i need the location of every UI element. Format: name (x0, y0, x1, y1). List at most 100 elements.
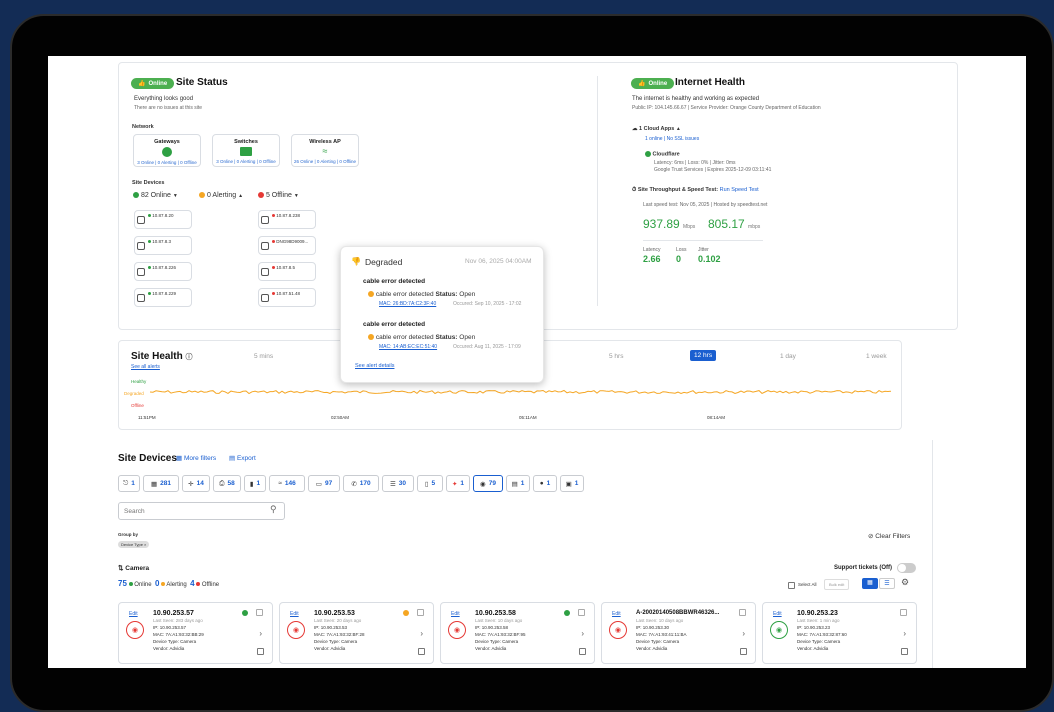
filter-chip[interactable]: ☰ 30 (382, 475, 414, 492)
filter-chip[interactable]: ▣ 1 (560, 475, 584, 492)
bulk-edit-button[interactable]: Bulk edit (824, 579, 850, 590)
chevron-right-icon[interactable]: › (420, 629, 423, 638)
panel-divider (597, 76, 598, 306)
chevron-right-icon[interactable]: › (742, 629, 745, 638)
card-checkbox[interactable] (257, 648, 264, 655)
chevron-right-icon[interactable]: › (259, 629, 262, 638)
event-mac-link[interactable]: MAC: 14:AB:EC:EC:51:40 (379, 344, 437, 350)
device-card[interactable]: 10.87.8.229 (134, 288, 192, 307)
filter-chip[interactable]: ✛ 14 (182, 475, 210, 492)
edit-link[interactable]: Edit (773, 611, 782, 617)
cloudflare-cert: Google Trust Services | Expires 2025-12-… (654, 167, 772, 173)
device-card[interactable]: 10.87.8.20 (134, 210, 192, 229)
see-all-alerts-link[interactable]: See all alerts (131, 364, 160, 370)
sort-icon: ⇅ (118, 565, 124, 572)
site-status-subtitle: Everything looks good (134, 96, 194, 102)
ip-line: IP: 10.90.253.53 (314, 625, 348, 630)
filter-chip[interactable]: ▯ 5 (417, 475, 443, 492)
jitter-value: 0.102 (698, 254, 721, 264)
type-line: Device Type: Camera (797, 639, 841, 644)
see-alert-details-link[interactable]: See alert details (355, 363, 394, 369)
range-5-mins[interactable]: 5 mins (254, 353, 273, 360)
online-filter[interactable]: 82 Online ▼ (133, 192, 178, 199)
card-menu-icon[interactable] (578, 609, 585, 616)
cloudflare-app[interactable]: Cloudflare (645, 151, 680, 157)
range-5-hrs[interactable]: 5 hrs (609, 353, 623, 360)
cloud-apps-header[interactable]: ☁ 1 Cloud Apps ▲ (632, 126, 681, 132)
app-screen: 👍 Online Site Status Everything looks goo… (48, 56, 1026, 668)
filter-chip[interactable]: ▦ 281 (143, 475, 179, 492)
filter-chip-camera[interactable]: ◉ 79 (473, 475, 503, 492)
clear-filters-button[interactable]: ⊘ Clear Filters (868, 532, 910, 540)
device-card[interactable]: 10.87.8.5 (258, 262, 316, 281)
camera-card[interactable]: Edit ◉ 10.90.253.58 Last Seen: 10 days a… (440, 602, 595, 664)
card-menu-icon[interactable] (256, 609, 263, 616)
edit-link[interactable]: Edit (129, 611, 138, 617)
camera-card[interactable]: Edit ◉ 10.90.253.53 Last Seen: 20 days a… (279, 602, 434, 664)
filter-chip[interactable]: ≈146 (269, 475, 305, 492)
chevron-right-icon[interactable]: › (903, 629, 906, 638)
device-card[interactable]: 10.87.8.3 (134, 236, 192, 255)
switches-card[interactable]: Switches 3 Online | 0 Alerting | 0 Offli… (212, 134, 280, 167)
edit-link[interactable]: Edit (290, 611, 299, 617)
camera-card[interactable]: Edit ◉ 10.90.253.23 Last Seen: 1 min ago… (762, 602, 917, 664)
degraded-icon: 👎 (351, 257, 361, 266)
filter-chip[interactable]: ● 1 (533, 475, 557, 492)
edit-link[interactable]: Edit (612, 611, 621, 617)
camera-card[interactable]: Edit ◉ A-20020140508BBWR46326... Last Se… (601, 602, 756, 664)
range-1-week[interactable]: 1 week (866, 353, 887, 360)
list-view-button[interactable]: ☰ (879, 578, 895, 589)
gateways-card[interactable]: Gateways 3 Online | 0 Alerting | 0 Offli… (133, 134, 201, 167)
legend-healthy: Healthy (131, 379, 147, 384)
chevron-up-icon: ▲ (675, 126, 681, 132)
alerting-filter[interactable]: 0 Alerting ▲ (199, 192, 243, 199)
filter-chip[interactable]: ▮ 1 (244, 475, 266, 492)
card-checkbox[interactable] (740, 648, 747, 655)
chevron-right-icon[interactable]: › (581, 629, 584, 638)
last-seen: Last Seen: 20 days ago (314, 618, 362, 623)
card-menu-icon[interactable] (900, 609, 907, 616)
edit-link[interactable]: Edit (451, 611, 460, 617)
filter-chip[interactable]: ▤ 1 (506, 475, 530, 492)
more-filters-button[interactable]: ▦ More filters (176, 454, 216, 462)
range-1-day[interactable]: 1 day (780, 353, 796, 360)
event-mac-link[interactable]: MAC: 26:BD:7A:C2:3F:40 (379, 301, 436, 307)
card-menu-icon[interactable] (417, 609, 424, 616)
grid-view-button[interactable]: ▦ (862, 578, 878, 589)
gear-icon[interactable]: ⚙ (901, 577, 909, 588)
card-checkbox[interactable] (901, 648, 908, 655)
site-status-title: Site Status (176, 77, 228, 88)
offline-filter[interactable]: 5 Offline ▼ (258, 192, 299, 199)
status-indicator (564, 610, 570, 616)
wireless-ap-card[interactable]: Wireless AP ≈ 26 Online | 0 Alerting | 0… (291, 134, 359, 167)
filter-chip[interactable]: ▭ 97 (308, 475, 340, 492)
group-by-label: Group by (118, 532, 138, 537)
laptop-icon: ▭ (315, 480, 322, 488)
filter-chip[interactable]: ✦ 1 (446, 475, 470, 492)
filter-chip[interactable]: ✆ 170 (343, 475, 379, 492)
select-all-checkbox[interactable] (788, 582, 795, 589)
gateways-label: Gateways (154, 139, 180, 145)
run-speed-test-link[interactable]: Run Speed Test (720, 187, 759, 193)
range-12-hrs[interactable]: 12 hrs (690, 350, 717, 361)
filter-chip[interactable]: ⎋ 1 (118, 475, 140, 492)
device-card[interactable]: DNG98D9009... (258, 236, 316, 255)
vendor-line: Vendor: Advidia (636, 646, 668, 651)
ip-line: IP: 10.90.253.23 (797, 625, 831, 630)
export-button[interactable]: ▤ Export (229, 454, 256, 462)
device-card[interactable]: 10.87.51.48 (258, 288, 316, 307)
printer-icon: ⎙ (219, 479, 225, 487)
camera-card[interactable]: Edit ◉ 10.90.253.57 Last Seen: 283 days … (118, 602, 273, 664)
card-checkbox[interactable] (418, 648, 425, 655)
voip-phone-icon: ✆ (351, 480, 357, 488)
search-input[interactable] (118, 502, 285, 520)
card-checkbox[interactable] (579, 648, 586, 655)
card-menu-icon[interactable] (739, 609, 746, 616)
device-card[interactable]: 10.87.8.226 (134, 262, 192, 281)
throughput-header: ⏱ Site Throughput & Speed Test: Run Spee… (632, 187, 759, 193)
site-status-note: There are no issues at this site (134, 105, 203, 111)
filter-chip[interactable]: ⎙ 58 (213, 475, 241, 492)
group-tag[interactable]: Device Type × (118, 541, 150, 548)
device-card[interactable]: 10.87.8.238 (258, 210, 316, 229)
support-tickets-toggle[interactable] (897, 563, 916, 573)
